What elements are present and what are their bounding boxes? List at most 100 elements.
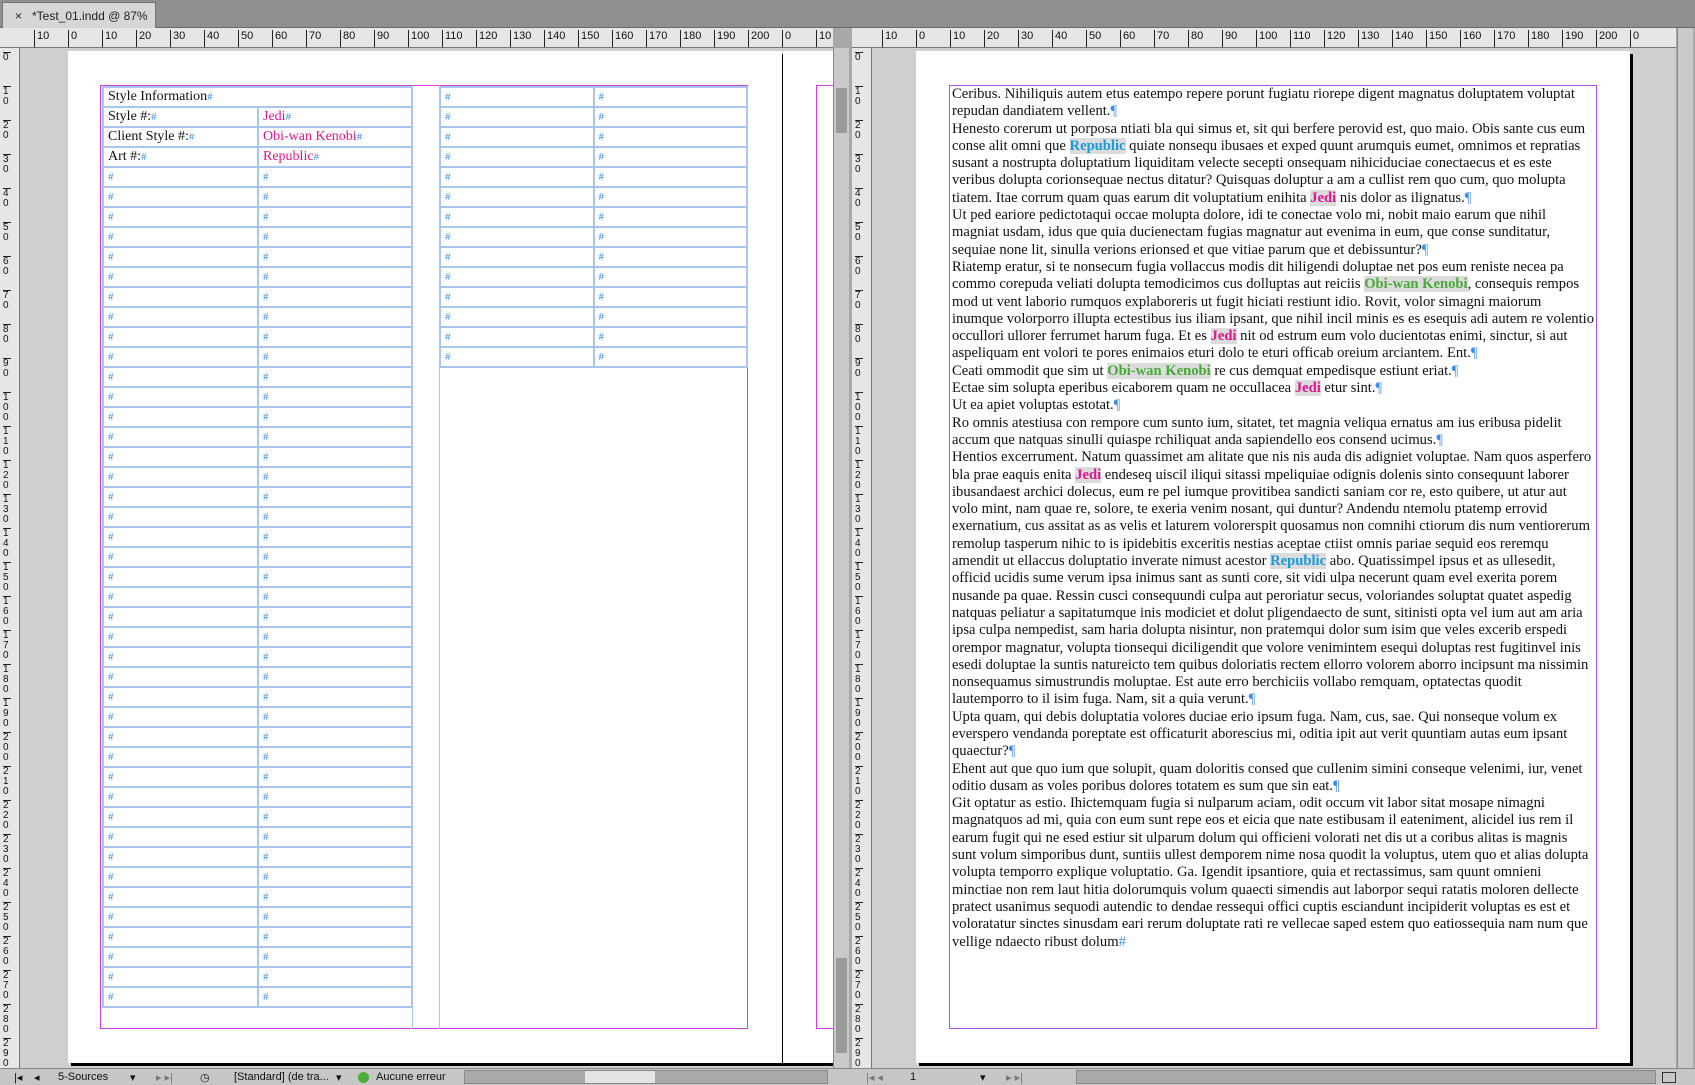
chevron-down-icon[interactable]: ▾ (980, 1071, 986, 1084)
table-cell[interactable]: # (102, 946, 259, 968)
table-cell[interactable]: # (439, 146, 595, 168)
table-cell[interactable]: # (439, 306, 595, 328)
vertical-ruler-right[interactable]: 0 10 20 30 40 50 60 70 80 90 100 110 120 130 140 150 160… (852, 48, 872, 1068)
table-cell[interactable]: # (592, 166, 748, 188)
scroll-thumb[interactable] (836, 88, 847, 133)
table-cell[interactable]: # (439, 106, 595, 128)
table-cell[interactable]: # (257, 546, 413, 568)
table-cell[interactable]: # (257, 966, 413, 988)
table-cell[interactable]: # (257, 946, 413, 968)
table-cell[interactable]: # (257, 246, 413, 268)
page-number-field[interactable]: 1 (910, 1071, 916, 1083)
table-cell[interactable]: # (592, 226, 748, 248)
table-cell[interactable]: # (439, 266, 595, 288)
left-vertical-scrollbar[interactable] (833, 48, 849, 1068)
table-cell[interactable]: # (439, 206, 595, 228)
table-cell[interactable]: # (257, 446, 413, 468)
value-cell[interactable]: Obi-wan Kenobi# (257, 126, 413, 148)
table-cell[interactable]: # (257, 326, 413, 348)
table-cell[interactable]: # (102, 826, 259, 848)
table-cell[interactable]: # (257, 166, 413, 188)
next-page-button[interactable]: ▸ ▸| (1006, 1071, 1023, 1084)
table-cell[interactable]: # (257, 226, 413, 248)
table-cell[interactable]: # (257, 806, 413, 828)
table-cell[interactable]: # (102, 706, 259, 728)
value-cell[interactable]: Republic# (257, 146, 413, 168)
table-cell[interactable]: # (257, 506, 413, 528)
preflight-status[interactable]: Aucune erreur (376, 1071, 446, 1083)
table-cell[interactable]: # (257, 826, 413, 848)
table-cell[interactable]: # (102, 746, 259, 768)
table-cell[interactable]: # (257, 186, 413, 208)
table-cell[interactable]: # (257, 906, 413, 928)
table-cell[interactable]: # (592, 346, 748, 368)
table-cell[interactable]: # (592, 106, 748, 128)
story-text-frame[interactable]: Ceribus. Nihiliquis autem etus eatempo r… (949, 85, 1597, 1029)
table-cell[interactable]: # (102, 906, 259, 928)
table-cell[interactable]: # (257, 666, 413, 688)
table-cell[interactable]: # (439, 246, 595, 268)
table-cell[interactable]: # (257, 626, 413, 648)
table-cell[interactable]: # (592, 326, 748, 348)
style-info-table[interactable]: Style Information# Style #:# Jedi# Client… (102, 86, 413, 1008)
label-cell[interactable]: Art #:# (102, 146, 259, 168)
right-horizontal-scrollbar[interactable] (1076, 1070, 1656, 1084)
table-cell[interactable]: # (592, 306, 748, 328)
table-cell[interactable]: # (102, 186, 259, 208)
continued-table[interactable]: # # # # # # # # # # # # # # # # # # # # # # # # # # # # (439, 86, 748, 368)
label-cell[interactable]: Style #:# (102, 106, 259, 128)
table-cell[interactable]: # (257, 306, 413, 328)
table-cell[interactable]: # (257, 366, 413, 388)
table-cell[interactable]: # (439, 126, 595, 148)
document-tab[interactable]: × *Test_01.indd @ 87% (2, 2, 156, 28)
table-cell[interactable]: # (102, 446, 259, 468)
table-cell[interactable]: # (102, 646, 259, 668)
table-cell[interactable]: # (439, 226, 595, 248)
table-cell[interactable]: # (439, 286, 595, 308)
table-cell[interactable]: # (257, 766, 413, 788)
table-cell[interactable]: # (592, 246, 748, 268)
table-cell[interactable]: # (439, 346, 595, 368)
preflight-profile[interactable]: [Standard] (de tra... (234, 1071, 329, 1083)
table-cell[interactable]: # (257, 686, 413, 708)
table-cell[interactable]: # (592, 146, 748, 168)
next-page-button[interactable]: ▸ ▸| (156, 1071, 173, 1084)
table-cell[interactable]: # (257, 846, 413, 868)
table-cell[interactable]: # (102, 926, 259, 948)
table-cell[interactable]: # (102, 966, 259, 988)
prev-page-button[interactable]: ◂ (34, 1071, 40, 1084)
table-cell[interactable]: # (257, 526, 413, 548)
table-cell[interactable]: # (102, 846, 259, 868)
table-cell[interactable]: # (102, 486, 259, 508)
table-cell[interactable]: # (592, 186, 748, 208)
table-cell[interactable]: # (102, 466, 259, 488)
table-cell[interactable]: # (102, 166, 259, 188)
table-cell[interactable]: # (102, 886, 259, 908)
label-cell[interactable]: Client Style #:# (102, 126, 259, 148)
table-cell[interactable]: # (102, 286, 259, 308)
table-cell[interactable]: # (102, 546, 259, 568)
table-cell[interactable]: # (257, 286, 413, 308)
table-cell[interactable]: # (257, 606, 413, 628)
right-vertical-scrollbar[interactable] (1677, 28, 1693, 1068)
table-header-cell[interactable]: Style Information# (102, 86, 413, 108)
table-cell[interactable]: # (257, 786, 413, 808)
table-cell[interactable]: # (257, 586, 413, 608)
table-cell[interactable]: # (257, 426, 413, 448)
table-cell[interactable]: # (257, 726, 413, 748)
table-cell[interactable]: # (102, 606, 259, 628)
table-cell[interactable]: # (102, 266, 259, 288)
clock-icon[interactable]: ◷ (200, 1071, 210, 1084)
table-cell[interactable]: # (102, 626, 259, 648)
table-cell[interactable]: # (102, 566, 259, 588)
table-cell[interactable]: # (102, 426, 259, 448)
table-cell[interactable]: # (592, 206, 748, 228)
table-cell[interactable]: # (102, 226, 259, 248)
table-cell[interactable]: # (439, 186, 595, 208)
table-cell[interactable]: # (439, 166, 595, 188)
table-cell[interactable]: # (439, 326, 595, 348)
table-cell[interactable]: # (257, 866, 413, 888)
table-cell[interactable]: # (102, 246, 259, 268)
table-cell[interactable]: # (257, 466, 413, 488)
table-cell[interactable]: # (102, 206, 259, 228)
